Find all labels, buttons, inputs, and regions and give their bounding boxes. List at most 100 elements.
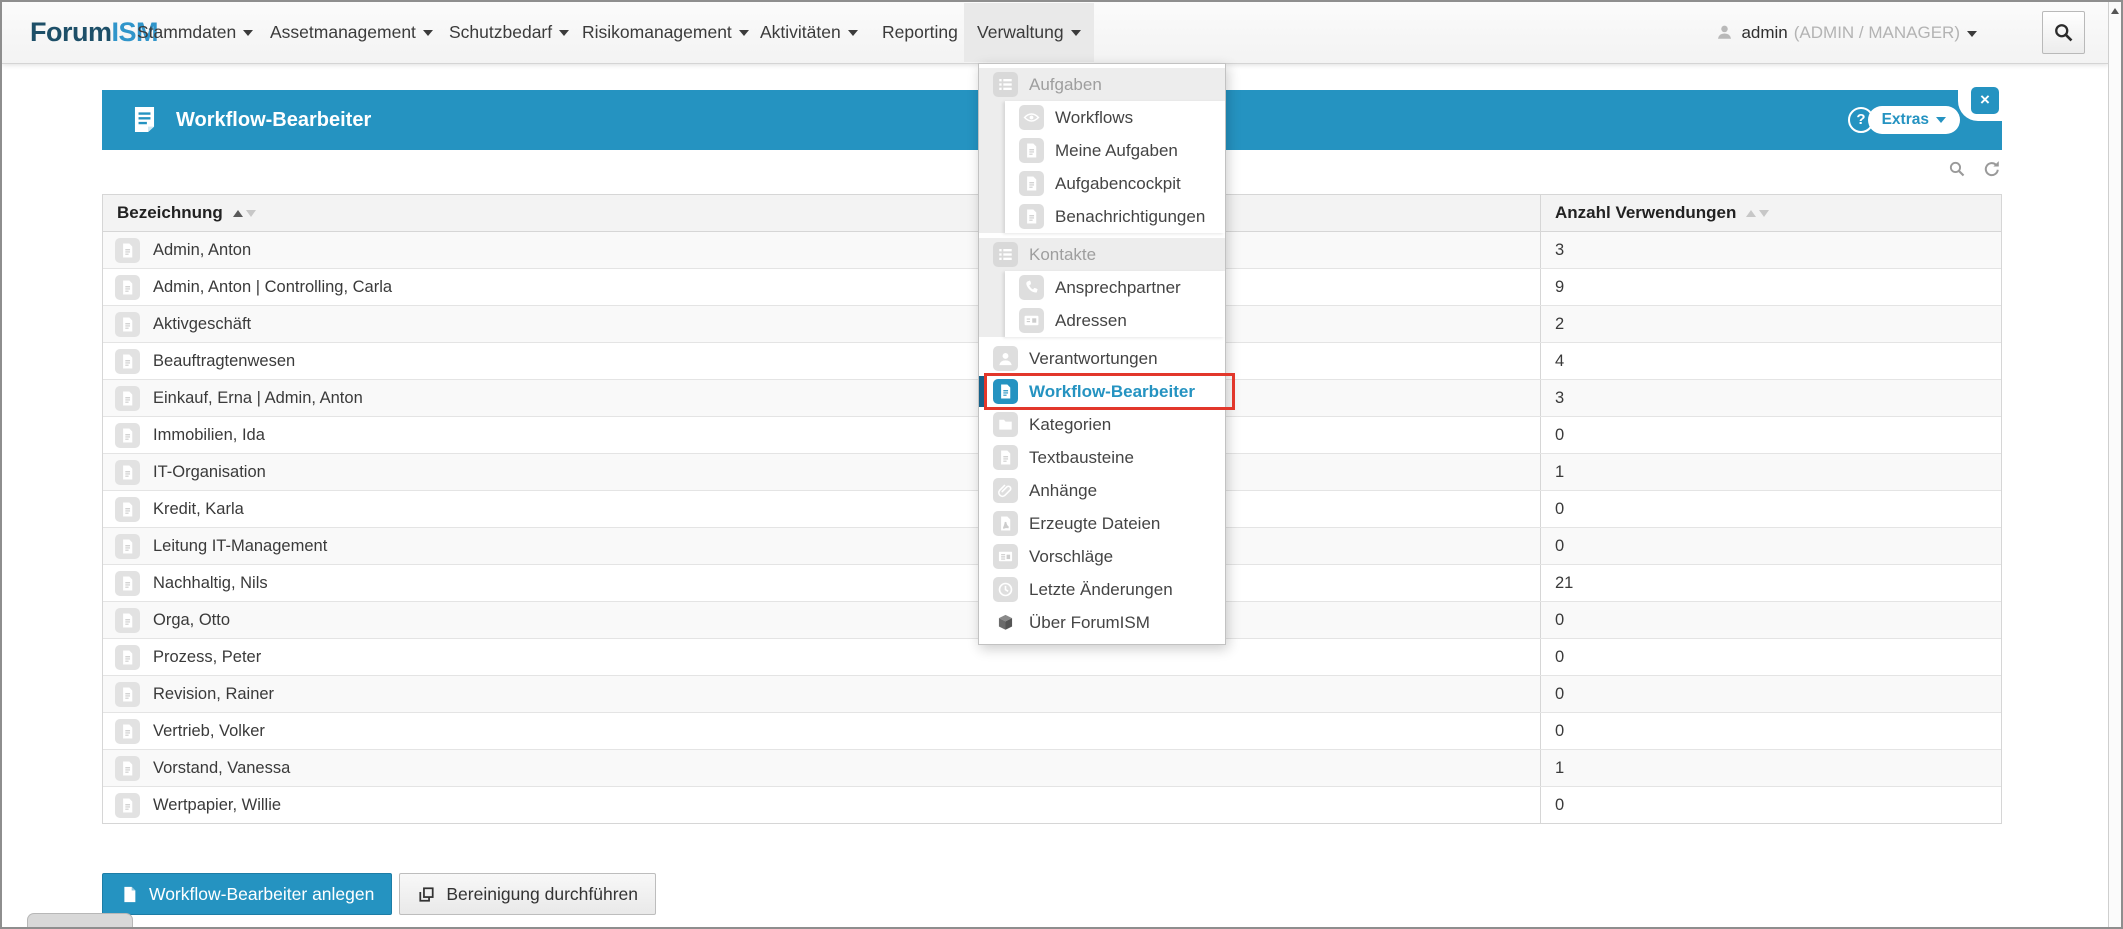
nav-item-label: Assetmanagement: [270, 22, 416, 42]
workflow-bearbeiter-page-icon: [129, 104, 160, 135]
cell-bezeichnung: Einkauf, Erna | Admin, Anton: [103, 380, 1540, 416]
row-name: Leitung IT-Management: [153, 537, 327, 556]
nav-item-assetmanagement[interactable]: Assetmanagement: [257, 3, 446, 62]
chevron-down-icon: [1071, 30, 1081, 36]
dropdown-item-ansprechpartner[interactable]: Ansprechpartner: [1005, 271, 1225, 304]
global-search-button[interactable]: [2042, 11, 2085, 54]
sort-desc-icon: [1759, 210, 1769, 217]
dropdown-item-kategorien[interactable]: Kategorien: [979, 408, 1225, 441]
document-icon: [118, 241, 137, 260]
cell-bezeichnung: IT-Organisation: [103, 454, 1540, 490]
nav-item-risikomanagement[interactable]: Risikomanagement: [569, 3, 762, 62]
cell-bezeichnung: Revision, Rainer: [103, 676, 1540, 712]
dropdown-item-vorschlaege[interactable]: Vorschläge: [979, 540, 1225, 573]
chevron-down-icon: [423, 30, 433, 36]
nav-item-label: Verwaltung: [977, 22, 1064, 42]
file-icon: [1022, 174, 1041, 193]
action-bar: Workflow-Bearbeiter anlegen Bereinigung …: [102, 873, 656, 915]
nav-item-stammdaten[interactable]: Stammdaten: [124, 3, 266, 62]
dropdown-item-ueber-forumism[interactable]: Über ForumISM: [979, 606, 1225, 639]
dropdown-item-benachrichtigungen[interactable]: Benachrichtigungen: [1005, 200, 1225, 233]
file-icon: [996, 382, 1015, 401]
menu-subpanel: AnsprechpartnerAdressen: [1005, 271, 1225, 337]
table-row[interactable]: Wertpapier, Willie 0: [103, 787, 2001, 823]
row-name: Einkauf, Erna | Admin, Anton: [153, 389, 363, 408]
dropdown-item-letzte-aenderungen[interactable]: Letzte Änderungen: [979, 573, 1225, 606]
cleanup-button[interactable]: Bereinigung durchführen: [399, 873, 656, 915]
cell-bezeichnung: Immobilien, Ida: [103, 417, 1540, 453]
menu-section-aufgaben: Aufgaben: [979, 68, 1225, 101]
sort-arrows: [1746, 210, 1769, 217]
extras-button[interactable]: Extras: [1868, 106, 1960, 134]
footer-collapse-tab[interactable]: [27, 913, 133, 927]
dropdown-item-label: Anhänge: [1029, 481, 1097, 501]
dropdown-item-label: Workflow-Bearbeiter: [1029, 382, 1195, 402]
row-icon-tile: [115, 608, 140, 633]
nav-item-label: Reporting: [882, 22, 958, 42]
dropdown-item-workflows[interactable]: Workflows: [1005, 101, 1225, 134]
dropdown-item-label: Vorschläge: [1029, 547, 1113, 567]
refresh-icon[interactable]: [1982, 159, 2002, 179]
dropdown-item-workflow-bearbeiter[interactable]: Workflow-Bearbeiter: [979, 375, 1225, 408]
dropdown-item-anhaenge[interactable]: Anhänge: [979, 474, 1225, 507]
row-icon-tile: [115, 645, 140, 670]
cell-anzahl-verwendungen: 1: [1540, 750, 2001, 786]
column-label: Anzahl Verwendungen: [1555, 203, 1736, 223]
eye-icon: [1022, 108, 1041, 127]
menu-subpanel: WorkflowsMeine Aufgaben Aufgabencockpit Be…: [1005, 101, 1225, 233]
user-icon: [996, 349, 1015, 368]
dropdown-item-label: Aufgabencockpit: [1055, 174, 1181, 194]
dropdown-item-label: Erzeugte Dateien: [1029, 514, 1160, 534]
document-icon: [118, 574, 137, 593]
menu-icon-tile: [1019, 204, 1044, 229]
dropdown-item-verantwortungen[interactable]: Verantwortungen: [979, 342, 1225, 375]
extras-label: Extras: [1882, 111, 1929, 128]
table-row[interactable]: Vorstand, Vanessa 1: [103, 750, 2001, 787]
chevron-down-icon: [1936, 117, 1946, 123]
close-button[interactable]: ×: [1971, 87, 1999, 114]
cell-bezeichnung: Admin, Anton | Controlling, Carla: [103, 269, 1540, 305]
table-search-icon[interactable]: [1947, 159, 1967, 179]
dropdown-item-textbausteine[interactable]: Textbausteine: [979, 441, 1225, 474]
cell-anzahl-verwendungen: 0: [1540, 491, 2001, 527]
dropdown-item-meine-aufgaben[interactable]: Meine Aufgaben: [1005, 134, 1225, 167]
dropdown-item-erzeugte-dateien[interactable]: Erzeugte Dateien: [979, 507, 1225, 540]
logo-part-forum: Forum: [30, 17, 112, 47]
cell-anzahl-verwendungen: 1: [1540, 454, 2001, 490]
sort-desc-icon: [246, 210, 256, 217]
cell-bezeichnung: Nachhaltig, Nils: [103, 565, 1540, 601]
row-name: Wertpapier, Willie: [153, 796, 281, 815]
column-header-bezeichnung[interactable]: Bezeichnung: [103, 195, 1540, 231]
table-row[interactable]: Vertrieb, Volker0: [103, 713, 2001, 750]
row-name: Vorstand, Vanessa: [153, 759, 290, 778]
nav-item-label: Schutzbedarf: [449, 22, 552, 42]
row-name: Orga, Otto: [153, 611, 230, 630]
row-icon-tile: [115, 682, 140, 707]
row-name: IT-Organisation: [153, 463, 266, 482]
document-icon: [118, 315, 137, 334]
table-row[interactable]: Revision, Rainer0: [103, 676, 2001, 713]
menu-section-label: Kontakte: [1029, 245, 1096, 265]
address-card-icon: [1022, 311, 1041, 330]
button-label: Workflow-Bearbeiter anlegen: [149, 884, 374, 905]
dropdown-item-aufgabencockpit[interactable]: Aufgabencockpit: [1005, 167, 1225, 200]
dropdown-item-adressen[interactable]: Adressen: [1005, 304, 1225, 337]
nav-item-schutzbedarf[interactable]: Schutzbedarf: [436, 3, 582, 62]
selected-item-bar: [979, 376, 984, 407]
row-name: Vertrieb, Volker: [153, 722, 265, 741]
account-menu[interactable]: admin(ADMIN / MANAGER): [1716, 2, 1977, 63]
create-workflow-bearbeiter-button[interactable]: Workflow-Bearbeiter anlegen: [102, 873, 392, 915]
menu-icon-tile: [993, 72, 1018, 97]
sort-asc-icon: [233, 210, 243, 217]
cell-bezeichnung: Kredit, Karla: [103, 491, 1540, 527]
scrollbar-up-arrow-icon[interactable]: [2111, 8, 2119, 14]
vertical-scrollbar[interactable]: [2108, 2, 2121, 927]
nav-item-verwaltung[interactable]: Verwaltung: [964, 3, 1094, 62]
column-header-anzahl-verwendungen[interactable]: Anzahl Verwendungen: [1540, 195, 2001, 231]
row-name: Aktivgeschäft: [153, 315, 251, 334]
nav-item-aktivitaeten[interactable]: Aktivitäten: [747, 3, 871, 62]
cell-anzahl-verwendungen: 9: [1540, 269, 2001, 305]
list-icon: [996, 75, 1015, 94]
cell-anzahl-verwendungen: 0: [1540, 787, 2001, 823]
file-icon: [1022, 141, 1041, 160]
